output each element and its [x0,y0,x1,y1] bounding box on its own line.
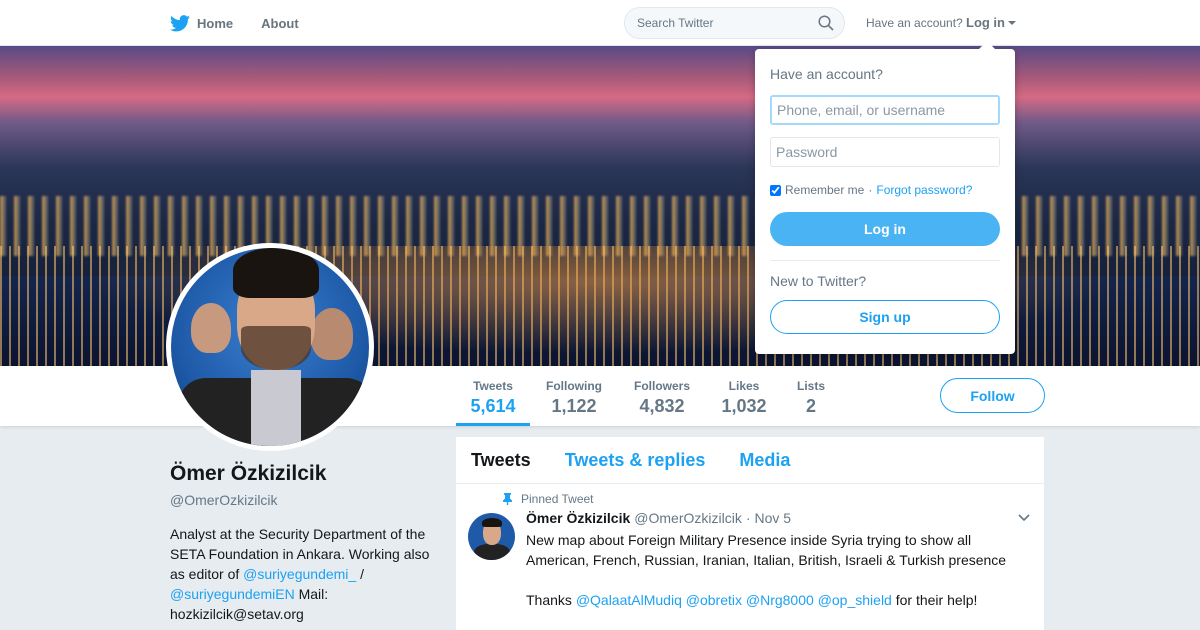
stat-following-value: 1,122 [551,396,597,416]
password-field[interactable] [770,137,1000,167]
stat-likes[interactable]: Likes 1,032 [716,366,772,426]
tweet-thanks-prefix: Thanks [526,592,576,608]
home-label: Home [197,15,234,31]
tweet-thanks-suffix: for their help! [891,592,978,608]
tab-tweets-and-replies[interactable]: Tweets & replies [565,450,706,471]
stat-following-label: Following [546,379,602,393]
stat-tweets-label: Tweets [473,379,513,393]
login-dropdown-toggle[interactable]: Log in [966,15,1016,30]
signup-button[interactable]: Sign up [770,300,1000,334]
remember-separator: · [868,183,873,197]
about-link[interactable]: About [261,16,299,31]
have-account-text: Have an account? [866,16,963,30]
search-box [624,7,845,39]
bio-mention-link[interactable]: @suriyegundemiEN [170,586,295,602]
tweet-separator: · [745,510,751,526]
tweet-mention-link[interactable]: @op_shield [818,592,892,608]
stat-lists[interactable]: Lists 2 [790,366,832,426]
new-to-twitter-text: New to Twitter? [770,273,867,289]
tweet-author-name[interactable]: Ömer Özkizilcik [526,510,630,526]
pinned-tweet-label: Pinned Tweet [502,492,594,506]
tweet-text: New map about Foreign Military Presence … [526,532,1007,568]
tweet-author-handle[interactable]: @OmerOzkizilcik [634,510,742,526]
profile-info: Ömer Özkizilcik @OmerOzkizilcik Analyst … [170,462,435,624]
tweet-thanks-line: Thanks @QalaatAlMudiq @obretix @Nrg8000 … [526,590,1026,610]
tweet-avatar-jacket [474,544,510,560]
tab-tweets[interactable]: Tweets [471,450,531,471]
remember-me-row: Remember me · Forgot password? [770,183,972,197]
tweet-mention-link[interactable]: @obretix [686,592,742,608]
pinned-tweet-text: Pinned Tweet [521,492,594,506]
profile-avatar[interactable] [166,243,374,451]
forgot-password-link[interactable]: Forgot password? [876,183,972,197]
twitter-bird-icon [170,14,190,31]
tweet-avatar[interactable] [468,513,515,560]
timeline: Tweets Tweets & replies Media Pinned Twe… [456,437,1044,630]
bio-mention-link[interactable]: @suriyegundemi_ [243,566,356,582]
stat-likes-label: Likes [728,379,760,393]
stat-likes-value: 1,032 [721,396,767,416]
stat-tweets-value: 5,614 [470,396,516,416]
avatar-beard [241,326,311,370]
search-icon[interactable] [818,15,834,31]
avatar-shirt [251,370,301,446]
remember-me-checkbox[interactable] [770,184,781,196]
top-navigation: Home About Have an account? Log in [0,0,1200,46]
bio-separator: / [356,566,364,582]
home-link[interactable]: Home [170,14,234,32]
login-button[interactable]: Log in [770,212,1000,246]
stat-followers-label: Followers [633,379,690,393]
tweet-avatar-hair [482,518,502,527]
avatar-background-person [311,308,353,360]
login-link-label: Log in [966,15,1005,30]
avatar-hair [233,248,319,298]
chevron-down-icon [1008,20,1016,25]
nav-left: Home About [170,0,299,46]
stat-tweets[interactable]: Tweets 5,614 [456,366,530,426]
tweet[interactable]: Pinned Tweet Ömer Özkizilcik @OmerOzkizi… [456,484,1044,630]
stat-lists-label: Lists [796,379,825,393]
stat-following[interactable]: Following 1,122 [540,366,608,426]
chevron-down-icon[interactable] [1018,514,1030,522]
stat-followers[interactable]: Followers 4,832 [628,366,696,426]
timeline-tabs: Tweets Tweets & replies Media [456,437,1044,484]
profile-bio: Analyst at the Security Department of th… [170,524,435,624]
avatar-background-person [191,303,231,353]
tweet-header: Ömer Özkizilcik @OmerOzkizilcik · Nov 5 [526,510,791,526]
follow-button[interactable]: Follow [940,378,1045,413]
login-dropdown: Have an account? Remember me · Forgot pa… [755,41,1015,354]
username-field[interactable] [770,95,1000,125]
tab-media[interactable]: Media [739,450,790,471]
remember-me-label: Remember me [785,183,865,197]
tweet-mention-link[interactable]: @Nrg8000 [746,592,814,608]
tweet-mention-link[interactable]: @QalaatAlMudiq [576,592,682,608]
dropdown-divider [770,260,1000,261]
profile-handle[interactable]: @OmerOzkizilcik [170,492,435,508]
profile-name[interactable]: Ömer Özkizilcik [170,462,435,486]
stat-followers-value: 4,832 [639,396,685,416]
login-dropdown-title: Have an account? [770,66,883,82]
pin-icon [503,493,512,505]
search-input[interactable] [625,8,815,38]
stat-lists-value: 2 [805,396,816,416]
tweet-date[interactable]: Nov 5 [755,510,792,526]
